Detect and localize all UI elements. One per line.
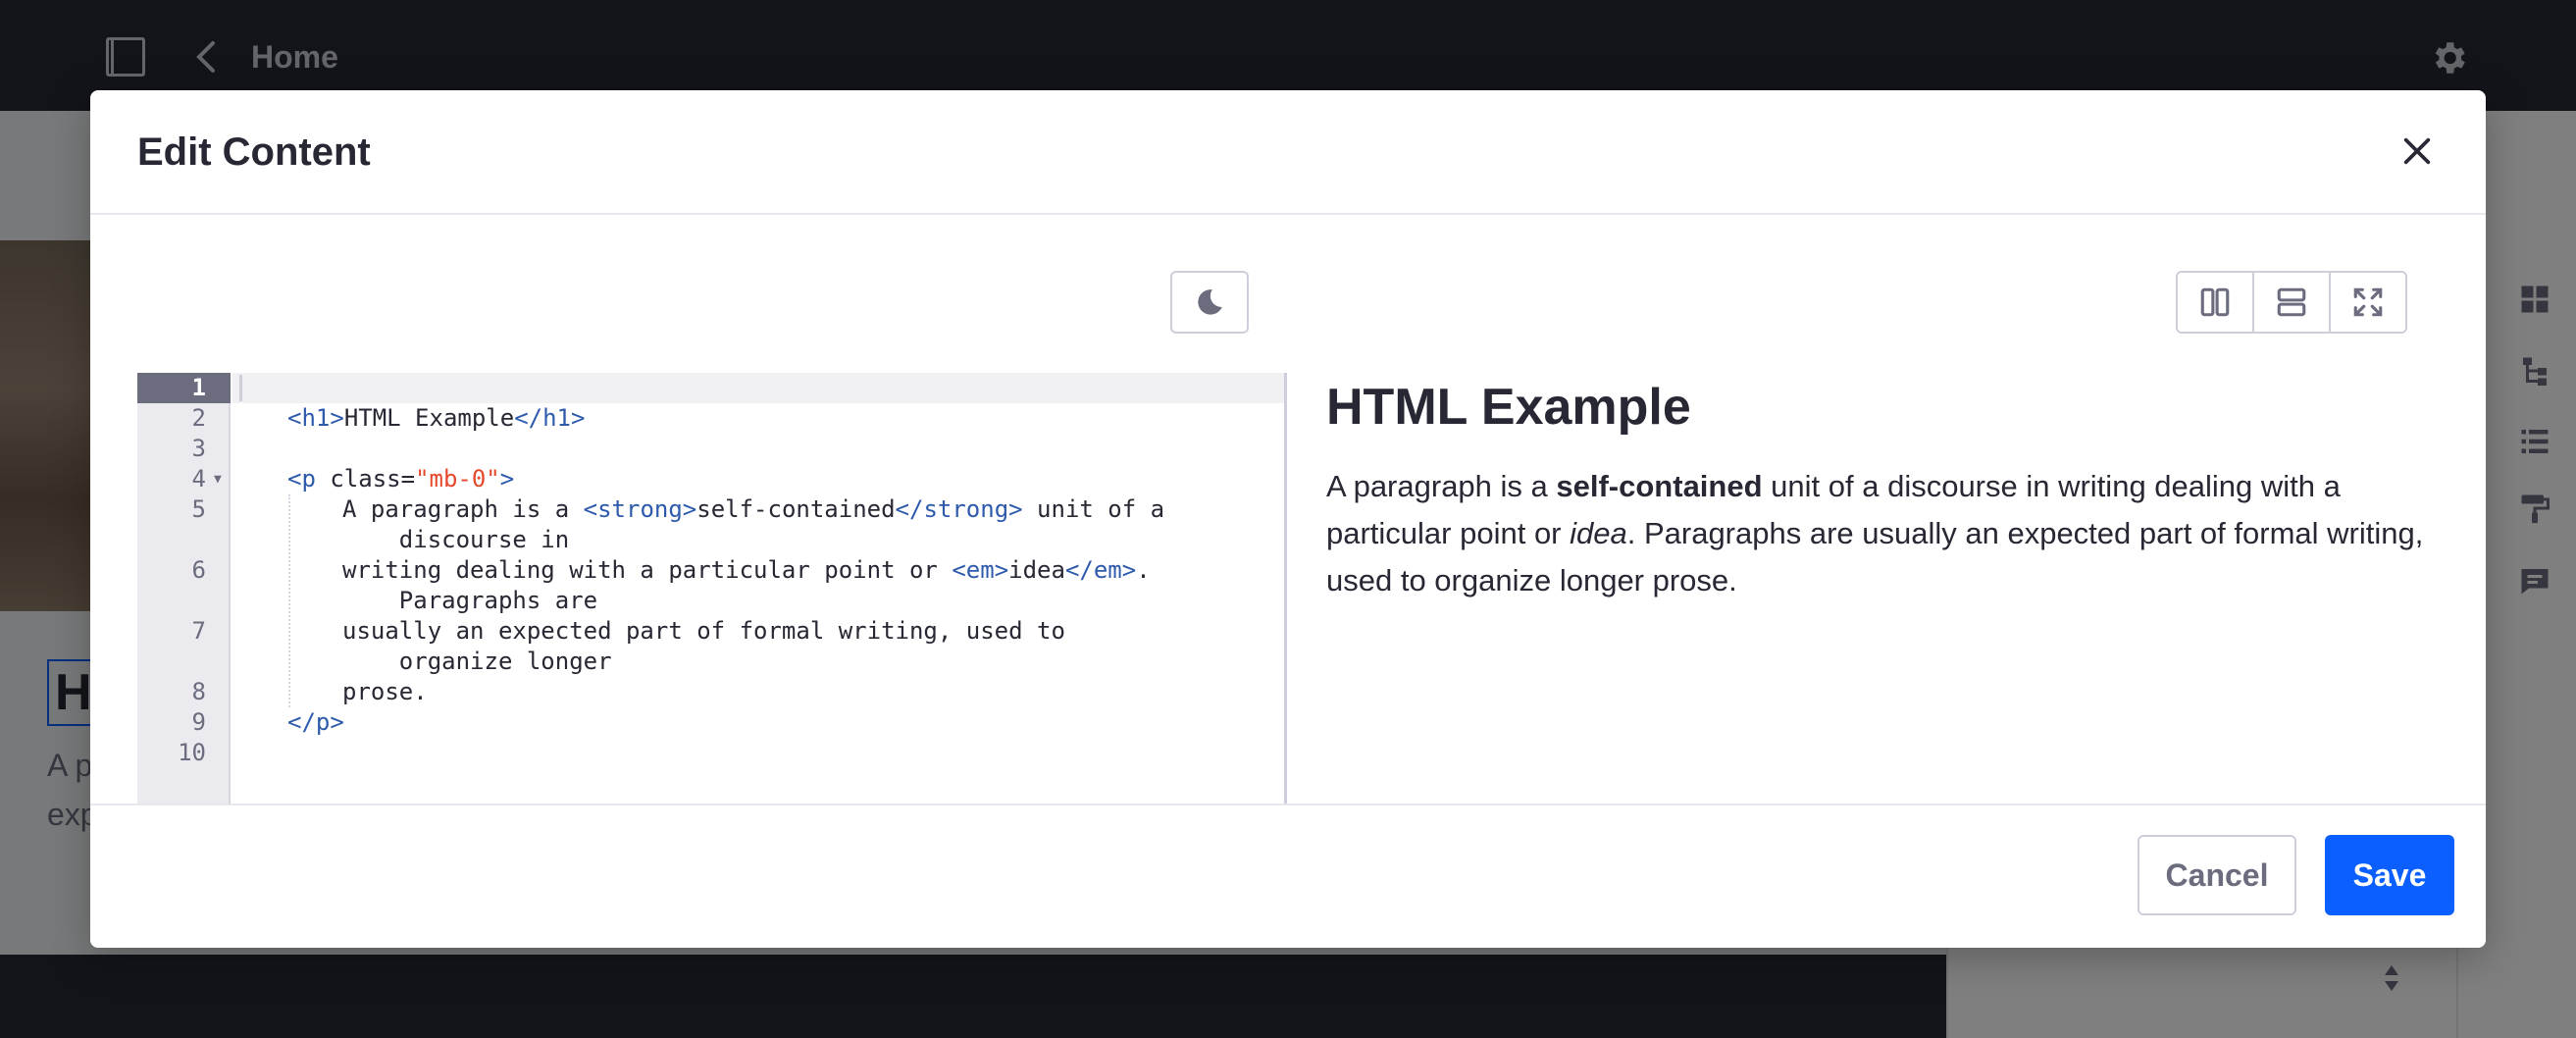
code-content: <h1>HTML Example</h1> <p class="mb-0"> A… [232,373,1284,806]
code-line: usually an expected part of formal writi… [342,617,1065,675]
line-number: 8 [191,678,206,705]
line-number: 6 [191,556,206,584]
modal-title: Edit Content [137,130,371,174]
fullscreen-icon [2353,287,2383,317]
close-button[interactable] [2392,126,2443,177]
fullscreen-button[interactable] [2331,273,2405,332]
split-vertical-button[interactable] [2178,273,2254,332]
code-line: <h1>HTML Example</h1> [287,404,586,432]
save-button[interactable]: Save [2325,835,2454,915]
split-vertical-icon [2200,287,2230,317]
line-number: 9 [191,708,206,736]
code-line: <p class="mb-0"> [287,465,515,493]
preview-heading: HTML Example [1326,379,1691,436]
modal-footer: Cancel Save [90,804,2486,948]
code-line: A paragraph is a <strong>self-contained<… [342,495,1165,553]
split-horizontal-button[interactable] [2254,273,2331,332]
html-preview: HTML Example A paragraph is a self-conta… [1326,373,2464,806]
preview-emphasis: idea [1570,516,1627,550]
preview-strong: self-contained [1556,469,1763,503]
line-number: 2 [191,404,206,432]
view-mode-group [2176,271,2407,334]
cancel-button[interactable]: Cancel [2138,835,2296,915]
modal-header: Edit Content [90,90,2486,215]
edit-content-modal: Edit Content 1 2 3 4 ▼ 5 6 7 8 9 10 <h1>… [90,90,2486,948]
preview-paragraph: A paragraph is a self-contained unit of … [1326,463,2425,604]
line-number: 4 [191,465,206,493]
code-line: </p> [287,708,344,736]
line-number: 3 [191,435,206,462]
code-line: prose. [342,678,428,705]
close-icon [2403,137,2431,165]
line-number: 7 [191,617,206,645]
line-number: 1 [191,374,206,401]
line-number: 5 [191,495,206,523]
code-line: writing dealing with a particular point … [342,556,1151,614]
fold-arrow-icon[interactable]: ▼ [214,464,222,494]
preview-text: A paragraph is a [1326,469,1557,503]
split-horizontal-icon [2277,287,2306,317]
code-editor[interactable]: 1 2 3 4 ▼ 5 6 7 8 9 10 <h1>HTML Example</… [137,373,1287,806]
dark-theme-toggle[interactable] [1170,271,1249,334]
moon-icon [1198,289,1222,315]
line-number: 10 [178,739,206,766]
